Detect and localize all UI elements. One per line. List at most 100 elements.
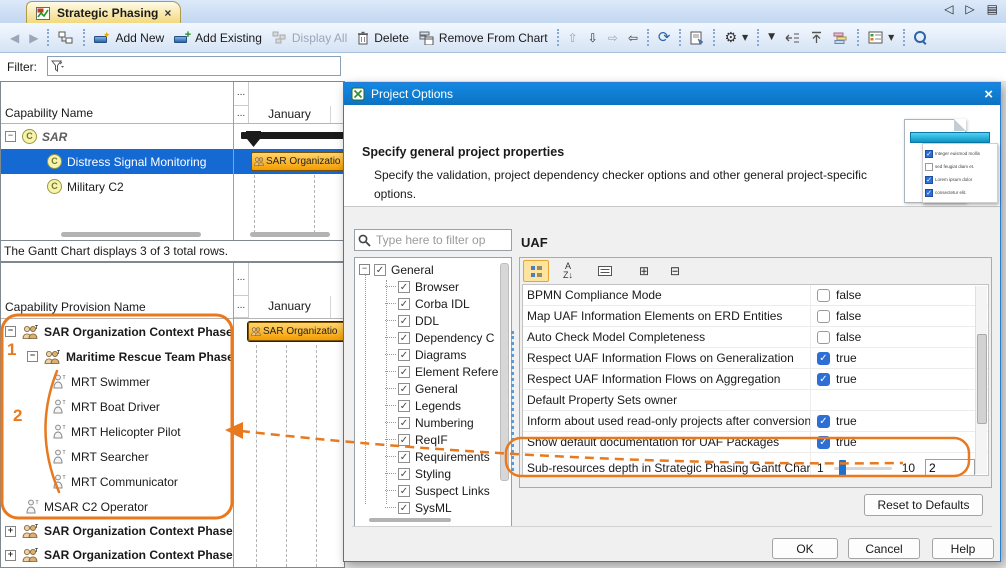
move-up-icon[interactable]: ⇧ — [563, 30, 583, 46]
property-row[interactable]: Show default documentation for UAF Packa… — [523, 432, 988, 453]
cancel-button[interactable]: Cancel — [848, 538, 920, 559]
tree-row-mrt-helicopter-pilot[interactable]: T MRT Helicopter Pilot — [1, 419, 233, 444]
tree-row-mrt-boat-driver[interactable]: T MRT Boat Driver — [1, 394, 233, 419]
back-icon[interactable]: ◀ — [5, 30, 24, 46]
options-gear-button[interactable]: ⚙▼ — [719, 29, 753, 47]
vertical-scrollbar[interactable] — [500, 263, 509, 481]
gantt-bar-sar-organization[interactable]: SAR Organizatio — [251, 152, 344, 171]
gantt-collapsed-column[interactable]: ... — [234, 263, 249, 296]
unchecked-checkbox[interactable] — [817, 331, 830, 344]
property-row[interactable]: Default Property Sets owner — [523, 390, 988, 411]
slider-handle[interactable] — [839, 460, 846, 476]
collapse-column-icon[interactable] — [780, 30, 805, 46]
tree-item-browser[interactable]: ✓Browser — [355, 278, 501, 295]
checked-checkbox[interactable]: ✓ — [398, 451, 410, 463]
dropdown-arrow-icon[interactable]: ▼ — [763, 31, 780, 44]
checked-checkbox[interactable]: ✓ — [817, 352, 830, 365]
checked-checkbox[interactable]: ✓ — [817, 436, 830, 449]
checked-checkbox[interactable]: ✓ — [398, 383, 410, 395]
tree-row-msar-c2-operator[interactable]: T MSAR C2 Operator — [1, 494, 233, 519]
vertical-scrollbar[interactable] — [975, 286, 987, 474]
tab-strategic-phasing[interactable]: Strategic Phasing × — [26, 1, 181, 23]
open-in-containment-tree-icon[interactable] — [53, 29, 79, 47]
delete-button[interactable]: Delete — [352, 29, 414, 47]
tree-item-general[interactable]: ✓General — [355, 380, 501, 397]
tree-row-phase1[interactable]: − T SAR Organization Context Phase 1 — [1, 319, 233, 344]
gantt-bar-sar-organization[interactable]: SAR Organizatio — [248, 322, 344, 341]
tree-row-sar[interactable]: − C SAR — [1, 124, 233, 149]
property-row[interactable]: Respect UAF Information Flows on General… — [523, 348, 988, 369]
move-right-icon[interactable]: ⇨ — [603, 30, 623, 46]
property-row[interactable]: BPMN Compliance Modefalse — [523, 285, 988, 306]
collapse-expander-icon[interactable]: − — [5, 326, 16, 337]
tree-item-dependency-checker[interactable]: ✓Dependency C — [355, 329, 501, 346]
horizontal-scrollbar[interactable] — [250, 232, 330, 237]
checked-checkbox[interactable]: ✓ — [374, 264, 386, 276]
expand-all-icon[interactable]: ⊞ — [632, 261, 656, 281]
depth-value-field[interactable] — [925, 459, 975, 477]
property-row[interactable]: Auto Check Model Completenessfalse — [523, 327, 988, 348]
tab-list-icon[interactable]: ▤ — [987, 3, 998, 15]
ok-button[interactable]: OK — [772, 538, 838, 559]
checked-checkbox[interactable]: ✓ — [398, 315, 410, 327]
categorized-view-icon[interactable] — [523, 260, 549, 282]
horizontal-scrollbar[interactable] — [369, 518, 451, 522]
tree-row-mrt-communicator[interactable]: T MRT Communicator — [1, 469, 233, 494]
horizontal-scrollbar[interactable] — [61, 232, 201, 237]
collapse-expander-icon[interactable]: − — [359, 264, 370, 275]
checked-checkbox[interactable]: ✓ — [398, 366, 410, 378]
filter-input[interactable] — [47, 56, 341, 76]
find-icon[interactable] — [909, 29, 932, 46]
tree-row-mrt-swimmer[interactable]: T MRT Swimmer — [1, 369, 233, 394]
splitter-handle[interactable] — [511, 331, 514, 471]
property-row[interactable]: Map UAF Information Elements on ERD Enti… — [523, 306, 988, 327]
scrollbar-thumb[interactable] — [977, 334, 987, 424]
tree-item-diagrams[interactable]: ✓Diagrams — [355, 346, 501, 363]
display-all-button[interactable]: Display All — [267, 29, 352, 47]
sub-resources-depth-row[interactable]: Sub-resources depth in Strategic Phasing… — [523, 453, 988, 476]
tree-item-legends[interactable]: ✓Legends — [355, 397, 501, 414]
checked-checkbox[interactable]: ✓ — [398, 417, 410, 429]
expand-expander-icon[interactable]: + — [5, 526, 16, 537]
next-tab-icon[interactable]: ▷ — [965, 3, 974, 15]
gantt-collapsed-column[interactable]: ... — [234, 106, 249, 124]
checked-checkbox[interactable]: ✓ — [817, 415, 830, 428]
scroll-to-top-icon[interactable] — [805, 29, 828, 46]
depth-slider[interactable] — [834, 460, 892, 476]
gantt-collapsed-column[interactable]: ... — [234, 82, 249, 106]
tree-item-styling[interactable]: ✓Styling — [355, 465, 501, 482]
filter-funnel-icon[interactable] — [51, 60, 64, 73]
forward-icon[interactable]: ▶ — [24, 30, 43, 46]
capability-column-header[interactable]: Capability Name — [5, 106, 93, 120]
help-button[interactable]: Help — [932, 538, 994, 559]
show-description-icon[interactable] — [593, 261, 617, 281]
filter-text-input[interactable] — [67, 58, 337, 74]
tree-item-numbering[interactable]: ✓Numbering — [355, 414, 501, 431]
tree-row-phase3[interactable]: + T SAR Organization Context Phase 3 — [1, 543, 233, 567]
tree-item-suspect-links[interactable]: ✓Suspect Links — [355, 482, 501, 499]
tree-item-general-root[interactable]: −✓General — [355, 261, 501, 278]
checked-checkbox[interactable]: ✓ — [398, 468, 410, 480]
checked-checkbox[interactable]: ✓ — [398, 349, 410, 361]
layers-icon[interactable] — [828, 29, 853, 46]
collapse-all-icon[interactable]: ⊟ — [663, 261, 687, 281]
unchecked-checkbox[interactable] — [817, 289, 830, 302]
property-row[interactable]: Inform about used read-only projects aft… — [523, 411, 988, 432]
expand-expander-icon[interactable]: + — [5, 550, 16, 561]
checked-checkbox[interactable]: ✓ — [398, 400, 410, 412]
tree-row-distress-signal-monitoring[interactable]: C Distress Signal Monitoring — [1, 149, 233, 174]
remove-from-chart-button[interactable]: Remove From Chart — [414, 29, 553, 47]
tree-row-military-c2[interactable]: C Military C2 — [1, 174, 233, 199]
tree-item-ddl[interactable]: ✓DDL — [355, 312, 501, 329]
tree-item-element-references[interactable]: ✓Element Refere — [355, 363, 501, 380]
property-row[interactable]: Respect UAF Information Flows on Aggrega… — [523, 369, 988, 390]
move-left-icon[interactable]: ⇦ — [623, 30, 643, 46]
close-icon[interactable]: × — [984, 86, 993, 103]
tree-item-reqif[interactable]: ✓ReqIF — [355, 431, 501, 448]
checked-checkbox[interactable]: ✓ — [817, 373, 830, 386]
provision-column-header[interactable]: Capability Provision Name — [5, 300, 146, 314]
prev-tab-icon[interactable]: ◁ — [944, 3, 953, 15]
tree-item-requirements[interactable]: ✓Requirements — [355, 448, 501, 465]
options-filter-input[interactable] — [374, 232, 508, 248]
gantt-collapsed-column[interactable]: ... — [234, 296, 249, 318]
